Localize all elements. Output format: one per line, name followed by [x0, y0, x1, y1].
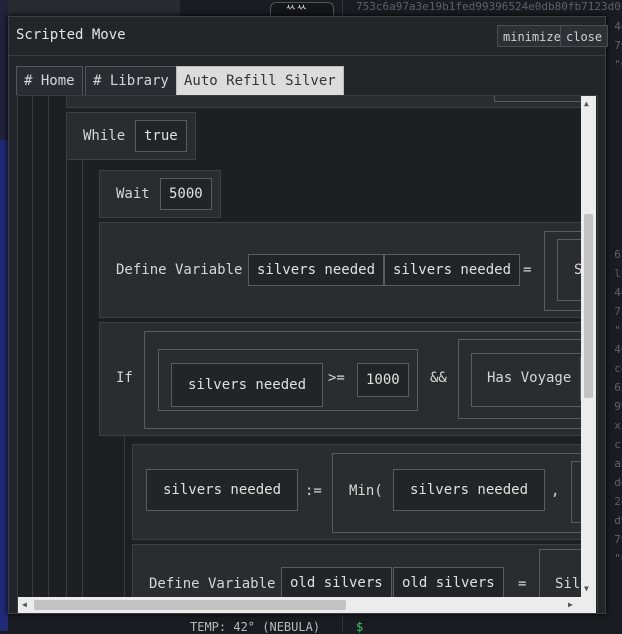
crown-icon: ᄿᄿ [285, 3, 308, 17]
tab-auto-refill-silver[interactable]: Auto Refill Silver [176, 66, 344, 95]
define-variable-keyword: Define Variable [116, 262, 243, 278]
vertical-scroll-thumb[interactable] [584, 214, 593, 398]
title-divider [9, 55, 605, 56]
wait-keyword: Wait [116, 186, 150, 202]
script-canvas: While true Wait 5000 Define Variable sil… [18, 96, 581, 597]
wait-duration-field[interactable]: 5000 [160, 178, 212, 210]
assign-block[interactable]: silvers needed := Min( silvers needed , … [132, 444, 581, 540]
scroll-left-icon[interactable]: ◀ [22, 600, 27, 610]
if-keyword: If [116, 370, 133, 386]
indent-guide [48, 96, 49, 597]
minimize-button[interactable]: minimize [497, 25, 567, 47]
while-block[interactable]: While true [66, 112, 196, 160]
tab-library[interactable]: # Library [85, 66, 177, 95]
indent-guide [66, 158, 67, 597]
temp-readout: TEMP: 42° (NEBULA) [190, 620, 321, 634]
indent-guide [82, 158, 83, 597]
min-first-argument[interactable]: silvers needed [393, 469, 546, 511]
tab-home[interactable]: # Home [16, 66, 83, 95]
background-blue-panel [0, 140, 8, 631]
comparison-value-field[interactable]: 1000 [357, 363, 409, 397]
wait-block[interactable]: Wait 5000 [99, 170, 221, 218]
background-window-bar [8, 0, 180, 17]
define-variable-block[interactable]: Define Variable silvers needed silvers n… [99, 222, 581, 318]
value-expression-text-2: Silver [555, 576, 581, 592]
scrollbar-corner [581, 597, 596, 613]
define-variable-keyword-2: Define Variable [149, 576, 276, 592]
assign-target-chip[interactable]: silvers needed [146, 469, 299, 511]
variable-reference-chip-2[interactable]: old silvers [393, 567, 504, 597]
close-button[interactable]: close [560, 25, 609, 47]
scripted-move-dialog: Scripted Move minimize close # Home # Li… [8, 16, 609, 614]
variable-name-field[interactable]: silvers needed [248, 254, 385, 286]
indent-guide [32, 96, 33, 597]
scroll-down-icon[interactable]: ▼ [584, 584, 589, 594]
variable-name-field-2[interactable]: old silvers [281, 567, 392, 597]
background-icon-box: ᄿᄿ [270, 2, 334, 17]
indent-guide [124, 434, 125, 597]
terminal-prompt: $ [356, 620, 364, 634]
comparison-left-chip[interactable]: silvers needed [171, 363, 324, 407]
while-condition-field[interactable]: true [135, 120, 187, 152]
define-variable-block-2[interactable]: Define Variable old silvers old silvers … [132, 544, 581, 597]
scroll-up-icon[interactable]: ▲ [584, 99, 589, 109]
equals-operator-2: = [518, 576, 527, 592]
horizontal-scrollbar[interactable]: ◀ ▶ [18, 597, 581, 613]
while-keyword: While [83, 128, 126, 144]
value-expression-text: Si [574, 261, 581, 279]
previous-block-value[interactable] [494, 96, 581, 102]
min-second-argument[interactable] [571, 461, 581, 523]
argument-comma: , [551, 483, 560, 499]
assign-operator: := [305, 483, 322, 499]
if-block[interactable]: If silvers needed >= 1000 && Has Voyage [99, 322, 581, 436]
variable-reference-chip[interactable]: silvers needed [384, 254, 521, 286]
and-operator: && [430, 370, 447, 386]
script-editor-panel: While true Wait 5000 Define Variable sil… [17, 95, 598, 614]
has-voyage-label: Has Voyage [487, 370, 572, 386]
horizontal-scroll-thumb[interactable] [34, 600, 346, 610]
dialog-title: Scripted Move [16, 27, 126, 43]
equals-operator: = [523, 262, 532, 278]
min-function-label: Min( [349, 483, 383, 499]
comparison-operator: >= [328, 370, 345, 386]
scroll-right-icon[interactable]: ▶ [568, 600, 573, 610]
vertical-scrollbar[interactable]: ▲ ▼ [581, 96, 596, 597]
